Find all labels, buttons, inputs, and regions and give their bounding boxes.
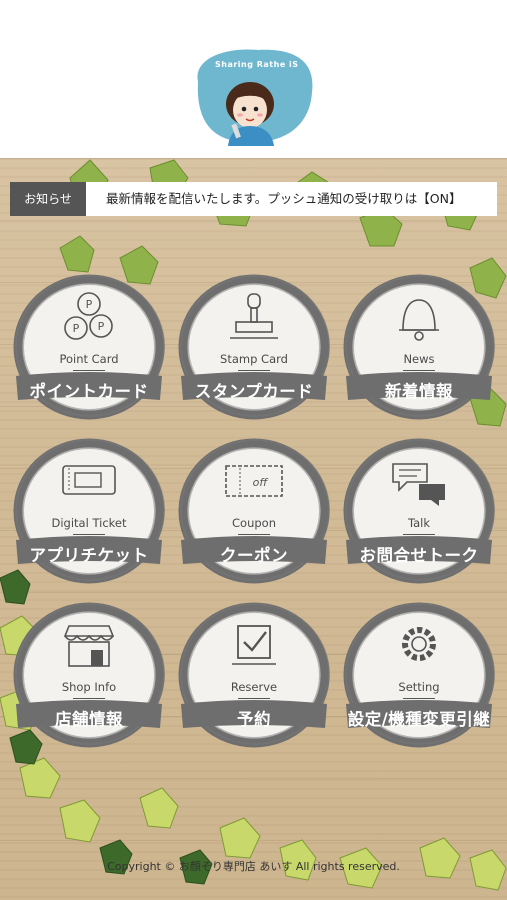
menu-button-divider [238,370,270,371]
menu-button-jp-label: 設定/機種変更引継 [347,710,491,729]
menu-button-divider [403,698,435,699]
logo-text: Sharing Rathe iS [215,60,299,69]
menu-button-jp-label: 店舗情報 [55,710,123,729]
shop-icon [63,625,115,667]
footer-copyright: Copyright © お顔そり専門店 あいす All rights reser… [107,860,400,873]
menu-button-reserve[interactable]: Reserve 予約 [175,600,333,750]
menu-button-jp-label: 予約 [237,710,271,729]
svg-text:P: P [86,298,93,311]
menu-button-digital-ticket[interactable]: Digital Ticket アプリチケット [10,436,168,586]
menu-button-en-label: Setting [398,680,440,694]
menu-button-jp-label: アプリチケット [29,546,149,565]
menu-button-jp-label: スタンプカード [194,382,314,401]
menu-button-en-label: Talk [407,516,431,530]
svg-text:P: P [98,320,105,333]
menu-button-en-label: News [403,352,435,366]
chat-bubbles-icon [392,463,445,506]
menu-button-news[interactable]: News 新着情報 [340,272,498,422]
menu-button-talk[interactable]: Talk お問合せトーク [340,436,498,586]
notice-bar[interactable]: お知らせ 最新情報を配信いたします。プッシュ通知の受け取りは【ON】 [10,182,497,216]
bell-icon [399,299,439,341]
menu-button-en-label: Point Card [59,352,119,366]
menu-button-divider [238,534,270,535]
menu-button-point-card[interactable]: P P P Point Card ポイントカード [10,272,168,422]
menu-button-jp-label: 新着情報 [385,382,453,401]
menu-button-divider [238,698,270,699]
checkbox-icon [232,625,276,665]
logo: Sharing Rathe iS [188,42,318,146]
menu-button-jp-label: お問合せトーク [359,546,479,565]
menu-button-en-label: Coupon [232,516,276,530]
notice-label: お知らせ [10,182,86,216]
logo-mascot-image [197,49,313,146]
menu-button-jp-label: ポイントカード [29,382,149,401]
menu-button-divider [403,370,435,371]
menu-button-coupon[interactable]: off Coupon クーポン [175,436,333,586]
stamp-icon [230,293,278,339]
menu-button-divider [73,370,105,371]
menu-button-stamp-card[interactable]: Stamp Card スタンプカード [175,272,333,422]
svg-text:P: P [73,322,80,335]
menu-button-jp-label: クーポン [220,546,288,565]
menu-button-setting[interactable]: Setting 設定/機種変更引継 [340,600,498,750]
menu-button-divider [73,534,105,535]
menu-button-en-label: Reserve [230,680,278,694]
coupon-icon: off [225,465,283,497]
app-header: Sharing Rathe iS [0,0,507,158]
coins-icon: PP P [64,292,113,340]
notice-ticker-text: 最新情報を配信いたします。プッシュ通知の受け取りは【ON】 [106,191,462,206]
menu-button-en-label: Digital Ticket [51,516,127,530]
svg-text:off: off [253,476,269,489]
menu-button-en-label: Shop Info [61,680,117,694]
menu-button-divider [73,698,105,699]
menu-button-shop-info[interactable]: Shop Info 店舗情報 [10,600,168,750]
menu-button-en-label: Stamp Card [220,352,288,366]
gear-icon [402,627,436,661]
ticket-icon [62,465,116,495]
menu-button-divider [403,534,435,535]
